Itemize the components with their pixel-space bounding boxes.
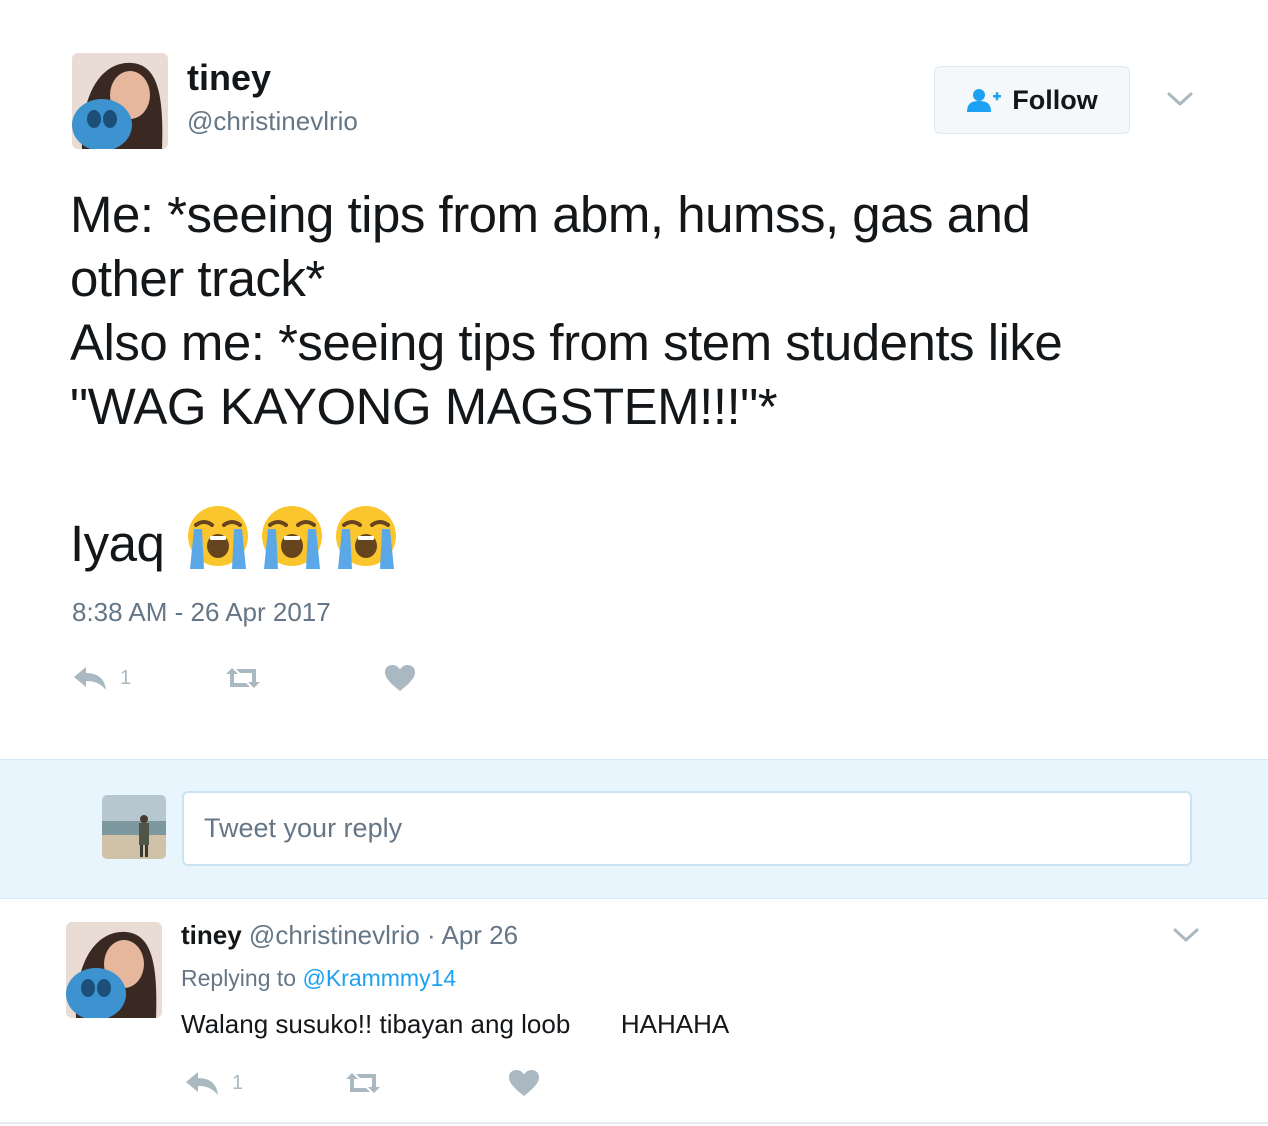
retweet-icon bbox=[346, 1073, 380, 1093]
tweet-actions: 1 bbox=[72, 658, 416, 698]
author-name[interactable]: tiney bbox=[187, 58, 271, 98]
author-avatar[interactable] bbox=[72, 53, 168, 149]
tweet-line-last: Iyaq bbox=[70, 503, 1220, 576]
current-user-avatar[interactable] bbox=[102, 795, 166, 859]
chevron-down-icon bbox=[1167, 92, 1193, 106]
mention-link[interactable]: @Krammmy14 bbox=[302, 965, 456, 991]
reply-text: Walang susuko!! tibayan ang loob HAHAHA bbox=[181, 1009, 730, 1039]
reply-icon bbox=[74, 667, 106, 690]
tweet-line: Also me: *seeing tips from stem students… bbox=[70, 314, 1063, 371]
reply-icon bbox=[186, 1072, 218, 1095]
reply-action[interactable]: 1 bbox=[184, 1070, 342, 1096]
loudly-crying-face-icon bbox=[336, 506, 397, 569]
tweet-text: Me: *seeing tips from abm, humss, gas an… bbox=[70, 183, 1220, 576]
reply-menu-button[interactable] bbox=[1172, 926, 1200, 949]
tweet-line: other track* bbox=[70, 250, 325, 307]
reply-header: tiney @christinevlrio · Apr 26 bbox=[181, 918, 518, 952]
retweet-action[interactable] bbox=[342, 1070, 508, 1096]
reply-input[interactable] bbox=[182, 791, 1192, 866]
tweet-line: Iyaq bbox=[70, 515, 165, 572]
reply-action[interactable]: 1 bbox=[72, 665, 222, 691]
follow-person-icon bbox=[967, 89, 1002, 112]
heart-icon bbox=[385, 665, 415, 691]
reply-count: 1 bbox=[232, 1071, 244, 1094]
emoji-row bbox=[164, 506, 400, 572]
follow-label: Follow bbox=[1012, 84, 1098, 115]
retweet-icon bbox=[226, 668, 260, 688]
reply-author-handle[interactable]: @christinevlrio bbox=[249, 920, 420, 950]
tweet-line: Me: *seeing tips from abm, humss, gas an… bbox=[70, 186, 1031, 243]
chevron-down-icon bbox=[1173, 928, 1199, 942]
reply-tweet-actions: 1 bbox=[184, 1063, 540, 1103]
heart-icon bbox=[509, 1070, 539, 1096]
reply-author-avatar[interactable] bbox=[66, 922, 162, 1018]
reply-count: 1 bbox=[120, 666, 132, 689]
tweet-line-blank bbox=[70, 439, 1220, 503]
loudly-crying-face-icon bbox=[262, 506, 323, 569]
tweet-menu-button[interactable] bbox=[1166, 90, 1194, 113]
replying-prefix: Replying to bbox=[181, 965, 297, 991]
like-action[interactable] bbox=[508, 1069, 540, 1097]
follow-button[interactable]: Follow bbox=[934, 66, 1130, 134]
reply-author-name[interactable]: tiney bbox=[181, 920, 242, 950]
reply-date[interactable]: · Apr 26 bbox=[427, 920, 518, 950]
loudly-crying-face-icon bbox=[188, 506, 249, 569]
like-action[interactable] bbox=[384, 664, 416, 692]
author-handle[interactable]: @christinevlrio bbox=[187, 106, 358, 136]
tweet-timestamp[interactable]: 8:38 AM - 26 Apr 2017 bbox=[72, 597, 331, 628]
tweet-line: "WAG KAYONG MAGSTEM!!!"* bbox=[70, 378, 778, 435]
replying-to: Replying to @Krammmy14 bbox=[181, 963, 456, 993]
divider bbox=[0, 1122, 1268, 1124]
retweet-action[interactable] bbox=[222, 665, 384, 691]
